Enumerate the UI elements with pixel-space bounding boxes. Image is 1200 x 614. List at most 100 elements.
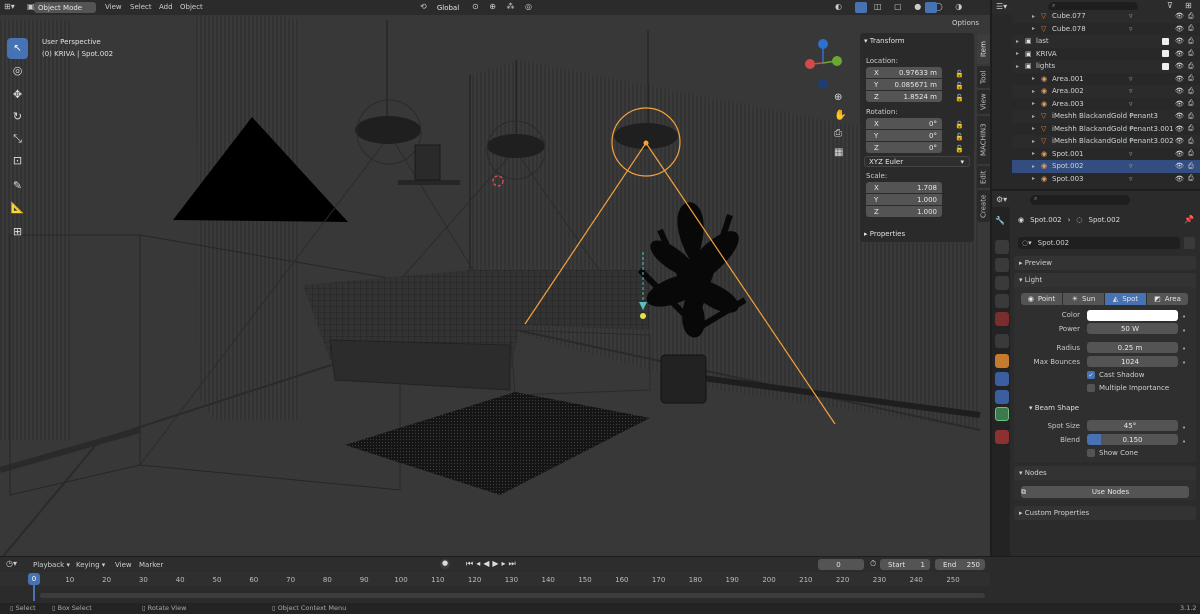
datablock-selector[interactable]: ◌▾ Spot.002 xyxy=(1018,237,1180,249)
outliner-row[interactable]: ▸ ▣ KRIVA 👁 ⎙ xyxy=(1012,48,1200,61)
current-frame-field[interactable]: 0 xyxy=(818,559,864,570)
nodes-panel-header[interactable]: ▾ Nodes xyxy=(1014,466,1196,480)
new-collection-icon[interactable]: ⊞ xyxy=(1185,1,1192,10)
editor-type-icon[interactable]: ⊞▾ xyxy=(4,2,24,13)
tab-view[interactable]: View xyxy=(977,90,990,114)
camera-icon[interactable]: ⎙ xyxy=(834,128,842,139)
rotation-x-field[interactable]: X 0° xyxy=(866,118,942,129)
overlay-toggle-icon[interactable] xyxy=(925,2,937,13)
beam-shape-header[interactable]: ▾ Beam Shape xyxy=(1029,404,1079,412)
rotation-mode-dropdown[interactable]: XYZ Euler ▾ xyxy=(864,156,970,167)
light-type-spot[interactable]: ◭ Spot xyxy=(1105,293,1146,305)
scale-x-field[interactable]: X 1.708 xyxy=(866,182,942,193)
cursor-tool[interactable]: ◎ xyxy=(7,60,28,81)
rotation-y-field[interactable]: Y 0° xyxy=(866,130,942,141)
power-field[interactable]: 50 W xyxy=(1087,323,1178,334)
visibility-eye-icon[interactable]: 👁 xyxy=(1175,175,1184,183)
disclosure-triangle-icon[interactable]: ▸ xyxy=(1032,100,1035,107)
visibility-eye-icon[interactable]: 👁 xyxy=(1175,12,1184,20)
scale-y-field[interactable]: Y 1.000 xyxy=(866,194,942,205)
outliner-row[interactable]: ▸ ▽ iMeshh BlackandGold Penant3.002 ▿ 👁 ⎙ xyxy=(1012,135,1200,148)
visibility-eye-icon[interactable]: 👁 xyxy=(1175,100,1184,108)
tab-create[interactable]: Create xyxy=(977,190,990,222)
outliner-row[interactable]: ▸ ◉ Spot.001 ▿ 👁 ⎙ xyxy=(1012,148,1200,161)
zoom-icon[interactable]: ⊕ xyxy=(834,92,842,103)
pan-icon[interactable]: ✋ xyxy=(834,110,846,121)
visibility-eye-icon[interactable]: 👁 xyxy=(1175,62,1184,70)
cast-shadow-checkbox[interactable]: ✓ Cast Shadow xyxy=(1087,371,1144,379)
outliner-row[interactable]: ▸ ◉ Area.002 ▿ 👁 ⎙ xyxy=(1012,85,1200,98)
render-camera-icon[interactable]: ⎙ xyxy=(1188,62,1194,71)
disclosure-triangle-icon[interactable]: ▸ xyxy=(1016,38,1019,45)
properties-editor-icon[interactable]: ⚙▾ xyxy=(996,195,1007,204)
visibility-eye-icon[interactable]: 👁 xyxy=(1175,50,1184,58)
disclosure-triangle-icon[interactable]: ▸ xyxy=(1032,138,1035,145)
grid-view-icon[interactable]: ▦ xyxy=(834,147,843,158)
outliner-row[interactable]: ▸ ▣ lights 👁 ⎙ xyxy=(1012,60,1200,73)
playback-controls[interactable]: ⏮◂◀▶▸⏭ xyxy=(466,559,519,569)
timeline-menu-view[interactable]: View xyxy=(115,561,132,569)
outliner-row[interactable]: ▸ ◉ Area.001 ▿ 👁 ⎙ xyxy=(1012,73,1200,86)
options-button[interactable]: Options xyxy=(952,19,979,27)
disclosure-triangle-icon[interactable]: ▸ xyxy=(1016,63,1019,70)
multiple-importance-checkbox[interactable]: Multiple Importance xyxy=(1087,384,1169,392)
outliner-row[interactable]: ▸ ▣ last 👁 ⎙ xyxy=(1012,35,1200,48)
tool-properties-icon[interactable]: 🔧 xyxy=(995,216,1009,230)
location-z-field[interactable]: Z 1.8524 m xyxy=(866,91,942,102)
output-properties-icon[interactable] xyxy=(995,258,1009,272)
show-cone-checkbox[interactable]: Show Cone xyxy=(1087,449,1138,457)
mode-dropdown[interactable]: Object Mode xyxy=(34,2,96,13)
render-camera-icon[interactable]: ⎙ xyxy=(1188,112,1194,121)
exclude-checkbox[interactable] xyxy=(1162,50,1169,58)
disclosure-triangle-icon[interactable]: ▸ xyxy=(1032,125,1035,132)
rotate-tool[interactable]: ↻ xyxy=(7,106,28,127)
disclosure-triangle-icon[interactable]: ▸ xyxy=(1032,88,1035,95)
rotation-z-field[interactable]: Z 0° xyxy=(866,142,942,153)
header-menu-view[interactable]: View xyxy=(105,3,122,11)
pivot-snap-icons[interactable]: ⊙ ⊕ ⁂ ◎ xyxy=(472,2,536,11)
decorator-dots[interactable]: • • xyxy=(1182,310,1186,338)
exclude-checkbox[interactable] xyxy=(1162,62,1169,70)
properties-panel-header[interactable]: ▸ Properties xyxy=(864,230,905,238)
visibility-eye-icon[interactable]: 👁 xyxy=(1175,150,1184,158)
scale-tool[interactable]: ⤡ xyxy=(7,128,28,149)
disclosure-triangle-icon[interactable]: ▸ xyxy=(1032,75,1035,82)
timeline-scrollbar[interactable] xyxy=(40,593,985,598)
object-properties-icon[interactable] xyxy=(995,354,1009,368)
pin-icon[interactable]: 📌 xyxy=(1184,215,1194,224)
annotate-tool[interactable]: ✎ xyxy=(7,175,28,196)
location-lock-icons[interactable]: 🔓 🔓 🔓 xyxy=(955,68,964,104)
preview-panel-header[interactable]: ▸ Preview xyxy=(1014,256,1196,270)
visibility-eye-icon[interactable]: 👁 xyxy=(1175,125,1184,133)
radius-field[interactable]: 0.25 m xyxy=(1087,342,1178,353)
tab-item[interactable]: Item xyxy=(977,34,990,64)
outliner-row[interactable]: ▸ ▽ Cube.078 ▿ 👁 ⎙ xyxy=(1012,23,1200,36)
custom-properties-header[interactable]: ▸ Custom Properties xyxy=(1014,506,1196,520)
physics-properties-icon[interactable] xyxy=(995,390,1009,404)
outliner-row[interactable]: ▸ ◉ Spot.003 ▿ 👁 ⎙ xyxy=(1012,173,1200,186)
transform-tool[interactable]: ⊡ xyxy=(7,150,28,171)
visibility-eye-icon[interactable]: 👁 xyxy=(1175,112,1184,120)
add-cube-tool[interactable]: ⊞ xyxy=(7,221,28,242)
tab-machin3[interactable]: MACHIN3 xyxy=(977,116,990,164)
visibility-eye-icon[interactable]: 👁 xyxy=(1175,137,1184,145)
end-frame-field[interactable]: End 250 xyxy=(935,559,985,570)
use-nodes-button[interactable]: ⧉ Use Nodes xyxy=(1021,486,1189,498)
disclosure-triangle-icon[interactable]: ▸ xyxy=(1016,50,1019,57)
header-menu-select[interactable]: Select xyxy=(130,3,152,11)
scene-properties-icon[interactable] xyxy=(995,294,1009,308)
rotation-lock-icons[interactable]: 🔓 🔓 🔓 xyxy=(955,119,964,155)
measure-tool[interactable]: 📐 xyxy=(7,197,28,218)
header-menu-object[interactable]: Object xyxy=(180,3,203,11)
start-frame-field[interactable]: Start 1 xyxy=(880,559,930,570)
disclosure-triangle-icon[interactable]: ▸ xyxy=(1032,175,1035,182)
timeline-editor-icon[interactable]: ◷▾ xyxy=(6,559,17,568)
outliner-editor-icon[interactable]: ☰▾ xyxy=(996,2,1007,11)
render-camera-icon[interactable]: ⎙ xyxy=(1188,37,1194,46)
modifier-properties-icon[interactable] xyxy=(995,372,1009,386)
color-swatch[interactable] xyxy=(1087,310,1178,321)
record-icon[interactable]: ● xyxy=(440,559,450,569)
fake-user-icon[interactable] xyxy=(1184,237,1195,249)
disclosure-triangle-icon[interactable]: ▸ xyxy=(1032,163,1035,170)
disclosure-triangle-icon[interactable]: ▸ xyxy=(1032,25,1035,32)
